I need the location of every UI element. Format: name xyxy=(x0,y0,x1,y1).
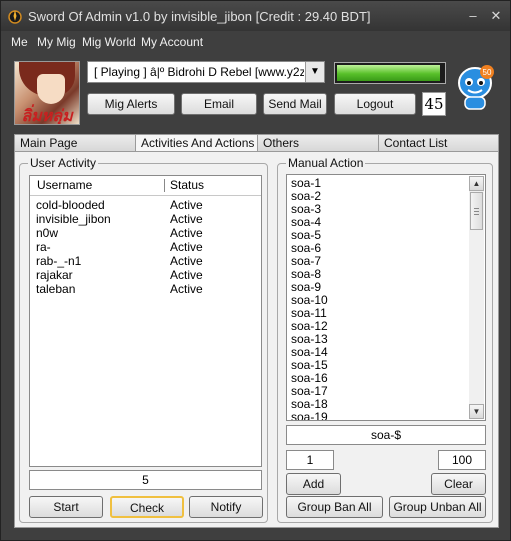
close-icon[interactable]: ✕ xyxy=(488,8,504,24)
menu-bar: Me My Mig Mig World My Account xyxy=(1,32,510,52)
table-row[interactable]: invisible_jibon Active xyxy=(30,212,260,226)
scroll-down-icon[interactable]: ▼ xyxy=(469,404,484,419)
avatar[interactable]: ลิ่มหลุ่ม xyxy=(14,61,80,125)
user-activity-label: User Activity xyxy=(28,156,99,170)
range-to-field[interactable]: 100 xyxy=(438,450,486,470)
menu-me[interactable]: Me xyxy=(11,35,28,49)
user-activity-group: User Activity Username Status cold-blood… xyxy=(19,156,268,523)
progress-fill xyxy=(337,65,440,81)
column-status[interactable]: Status xyxy=(170,178,204,192)
column-username[interactable]: Username xyxy=(37,178,92,192)
logout-button[interactable]: Logout xyxy=(334,93,416,115)
pattern-field[interactable]: soa-$ xyxy=(286,425,486,445)
mig-mascot-icon: 50 xyxy=(458,65,494,110)
add-button[interactable]: Add xyxy=(286,473,341,495)
tab-contact-list[interactable]: Contact List xyxy=(378,134,499,152)
mig-alerts-button[interactable]: Mig Alerts xyxy=(87,93,175,115)
clear-button[interactable]: Clear xyxy=(431,473,486,495)
manual-action-group: Manual Action soa-1 soa-2 soa-3 soa-4 soa-5 s… xyxy=(277,156,493,523)
notify-button[interactable]: Notify xyxy=(189,496,263,518)
chevron-down-icon[interactable]: ▼ xyxy=(305,62,324,82)
avatar-caption: ลิ่มหลุ่ม xyxy=(21,106,73,125)
tab-panel: User Activity Username Status cold-blood… xyxy=(14,151,499,528)
check-button[interactable]: Check xyxy=(110,496,184,518)
group-ban-all-button[interactable]: Group Ban All xyxy=(286,496,383,518)
status-message-combo[interactable]: [ Playing ] â|º Bidrohi D Rebel [www.y2z… xyxy=(87,61,325,83)
tab-others[interactable]: Others xyxy=(257,134,379,152)
menu-my-mig[interactable]: My Mig xyxy=(37,35,76,49)
mascot-badge: 50 xyxy=(483,68,492,77)
list-item[interactable]: soa-19 xyxy=(291,411,328,421)
count-display: 45 xyxy=(422,92,446,116)
table-row[interactable]: taleban Active xyxy=(30,282,260,296)
start-button[interactable]: Start xyxy=(29,496,103,518)
table-row[interactable]: ra- Active xyxy=(30,240,260,254)
table-row[interactable]: rab-_-n1 Active xyxy=(30,254,260,268)
activity-count-field[interactable]: 5 xyxy=(29,470,262,490)
sword-app-icon xyxy=(8,10,22,24)
tab-main-page[interactable]: Main Page xyxy=(14,134,136,152)
table-row[interactable]: rajakar Active xyxy=(30,268,260,282)
tab-activities-and-actions[interactable]: Activities And Actions xyxy=(135,134,258,152)
title-bar[interactable]: Sword Of Admin v1.0 by invisible_jibon [… xyxy=(1,1,510,31)
user-activity-list[interactable]: Username Status cold-blooded Active invis… xyxy=(29,175,262,467)
status-message-text: [ Playing ] â|º Bidrohi D Rebel [www.y2z… xyxy=(94,65,304,79)
list-header: Username Status xyxy=(30,176,261,196)
table-row[interactable]: cold-blooded Active xyxy=(30,198,260,212)
window-title: Sword Of Admin v1.0 by invisible_jibon [… xyxy=(28,9,371,24)
table-row[interactable]: n0w Active xyxy=(30,226,260,240)
minimize-icon[interactable]: – xyxy=(465,8,481,24)
credit-progress-bar xyxy=(334,62,446,84)
menu-mig-world[interactable]: Mig World xyxy=(82,35,136,49)
email-button[interactable]: Email xyxy=(181,93,257,115)
menu-my-account[interactable]: My Account xyxy=(141,35,203,49)
send-mail-button[interactable]: Send Mail xyxy=(263,93,327,115)
listbox-scrollbar[interactable]: ▲ ▼ xyxy=(469,176,484,419)
tab-bar: Main Page Activities And Actions Others … xyxy=(14,134,499,152)
range-from-field[interactable]: 1 xyxy=(286,450,334,470)
scroll-up-icon[interactable]: ▲ xyxy=(469,176,484,191)
app-window: Sword Of Admin v1.0 by invisible_jibon [… xyxy=(0,0,511,541)
group-unban-all-button[interactable]: Group Unban All xyxy=(389,496,486,518)
scroll-thumb[interactable] xyxy=(470,192,483,230)
manual-action-listbox[interactable]: soa-1 soa-2 soa-3 soa-4 soa-5 soa-6 soa-7 soa-8… xyxy=(286,174,486,421)
manual-action-label: Manual Action xyxy=(286,156,366,170)
